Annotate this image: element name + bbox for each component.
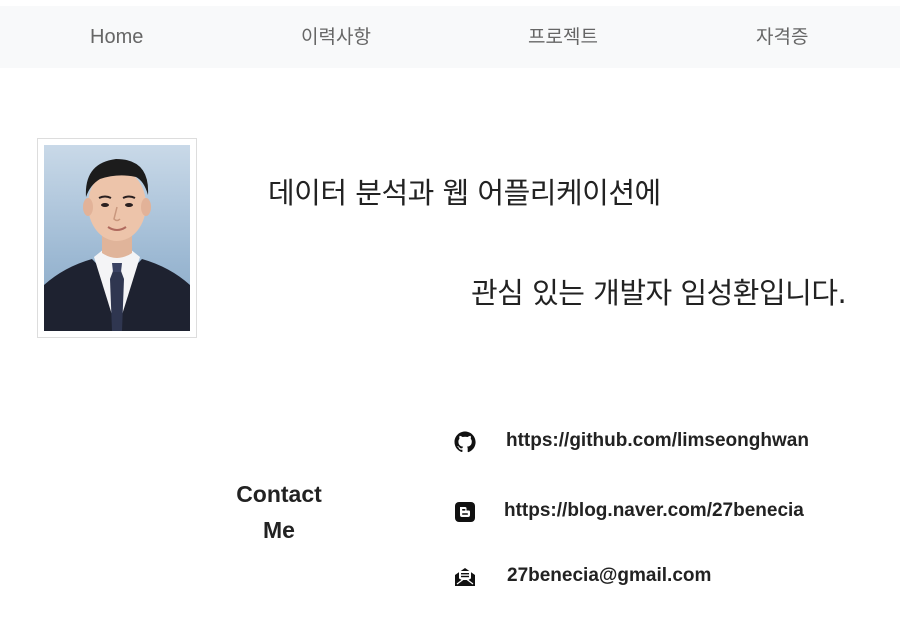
profile-photo bbox=[44, 145, 190, 331]
email-icon bbox=[455, 568, 475, 586]
github-icon bbox=[454, 431, 476, 453]
profile-photo-frame bbox=[37, 138, 197, 338]
contact-heading-line-2: Me bbox=[263, 517, 295, 543]
intro-line-1: 데이터 분석과 웹 어플리케이션에 bbox=[268, 176, 661, 210]
contact-heading: Contact Me bbox=[224, 476, 334, 548]
intro-line-2: 관심 있는 개발자 임성환입니다. bbox=[471, 276, 847, 310]
nav-projects-link[interactable]: 프로젝트 bbox=[528, 6, 598, 68]
nav-home-link[interactable]: Home bbox=[90, 6, 143, 68]
github-link[interactable]: https://github.com/limseonghwan bbox=[506, 430, 809, 452]
blog-icon bbox=[455, 502, 475, 522]
top-nav: Home 이력사항 프로젝트 자격증 bbox=[0, 6, 900, 68]
nav-certificates-link[interactable]: 자격증 bbox=[756, 6, 808, 68]
nav-resume-link[interactable]: 이력사항 bbox=[301, 6, 371, 68]
blog-link[interactable]: https://blog.naver.com/27benecia bbox=[504, 500, 804, 522]
contact-heading-line-1: Contact bbox=[236, 481, 322, 507]
email-link[interactable]: 27benecia@gmail.com bbox=[507, 565, 711, 587]
